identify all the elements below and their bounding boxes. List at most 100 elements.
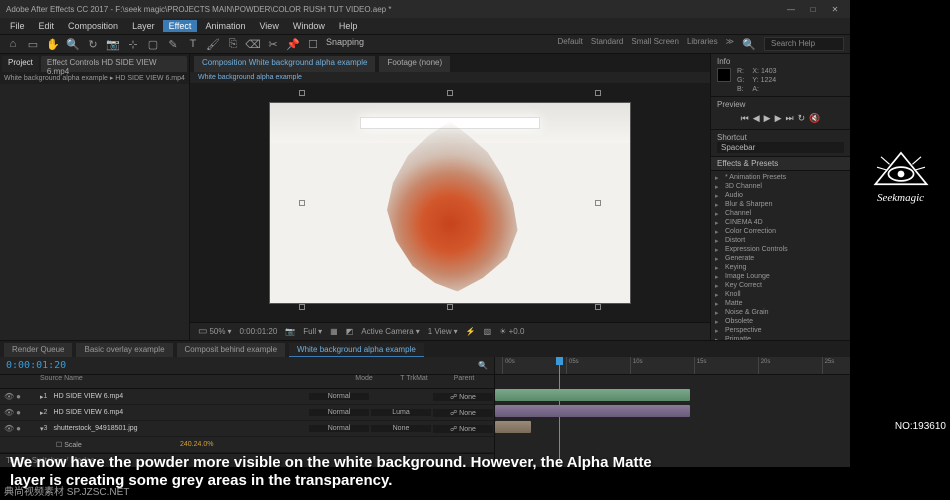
resolution-dropdown[interactable]: Full ▾ [303, 327, 322, 336]
clone-tool-icon[interactable]: ⎘ [226, 37, 240, 51]
layer-row[interactable]: 👁● ▸ 2 HD SIDE VIEW 6.mp4 Normal Luma ☍ … [0, 405, 494, 421]
effect-controls-tab[interactable]: Effect Controls HD SIDE VIEW 6.mp4 [41, 56, 187, 72]
menu-edit[interactable]: Edit [33, 20, 61, 32]
eff-item[interactable]: Noise & Grain [711, 308, 850, 317]
solo-icon[interactable]: ● [16, 424, 21, 433]
maximize-button[interactable]: □ [804, 5, 822, 14]
rotate-tool-icon[interactable]: ↻ [86, 37, 100, 51]
close-button[interactable]: ✕ [826, 5, 844, 14]
layer-bar[interactable] [495, 405, 690, 417]
active-camera-dropdown[interactable]: Active Camera ▾ [361, 327, 419, 336]
layer-row[interactable]: 👁● ▸ 1 HD SIDE VIEW 6.mp4 Normal ☍ None [0, 389, 494, 405]
exposure-icon[interactable]: ☀ +0.0 [499, 327, 524, 336]
eff-item[interactable]: Perspective [711, 326, 850, 335]
home-icon[interactable]: ⌂ [6, 37, 20, 51]
preview-next-frame-icon[interactable]: ▶ [775, 113, 782, 124]
preview-mute-icon[interactable]: 🔇 [809, 113, 820, 124]
eff-item[interactable]: Generate [711, 254, 850, 263]
eff-item[interactable]: Obsolete [711, 317, 850, 326]
effects-presets-title[interactable]: Effects & Presets [711, 157, 850, 171]
project-tab[interactable]: Project [2, 56, 39, 72]
snapshot-icon[interactable]: 📷 [285, 327, 295, 336]
time-ruler[interactable]: 00s 05s 10s 15s 20s 25s [495, 357, 850, 375]
preview-last-frame-icon[interactable]: ⏭ [786, 113, 794, 124]
workspace-small[interactable]: Small Screen [631, 37, 679, 51]
selection-tool-icon[interactable]: ▭ [26, 37, 40, 51]
menu-help[interactable]: Help [333, 20, 364, 32]
eff-item[interactable]: Key Correct [711, 281, 850, 290]
tl-tab-white-bg[interactable]: White background alpha example [289, 343, 424, 357]
workspace-default[interactable]: Default [558, 37, 583, 51]
search-help-input[interactable]: Search Help [764, 37, 844, 51]
preview-loop-icon[interactable]: ↻ [798, 113, 806, 124]
menu-composition[interactable]: Composition [62, 20, 124, 32]
tl-tab-basic[interactable]: Basic overlay example [76, 343, 172, 357]
comp-tab-main[interactable]: Composition White background alpha examp… [194, 56, 375, 72]
menu-animation[interactable]: Animation [199, 20, 251, 32]
eff-item[interactable]: Channel [711, 209, 850, 218]
scale-value[interactable]: 240.24.0% [180, 441, 213, 448]
pen-tool-icon[interactable]: ✎ [166, 37, 180, 51]
eff-item[interactable]: * Animation Presets [711, 173, 850, 182]
eff-item[interactable]: Expression Controls [711, 245, 850, 254]
tl-tab-composit[interactable]: Composit behind example [177, 343, 286, 357]
effects-presets-list[interactable]: * Animation Presets 3D Channel Audio Blu… [711, 171, 850, 340]
view-layout-dropdown[interactable]: 1 View ▾ [428, 327, 458, 336]
grid-icon[interactable]: ▦ [330, 327, 338, 336]
eraser-tool-icon[interactable]: ⌫ [246, 37, 260, 51]
snapping-checkbox[interactable]: ☐ [306, 37, 320, 51]
workspace-standard[interactable]: Standard [591, 37, 623, 51]
brush-tool-icon[interactable]: 🖌 [206, 37, 220, 51]
eff-item[interactable]: Image Lounge [711, 272, 850, 281]
zoom-tool-icon[interactable]: 🔍 [66, 37, 80, 51]
anchor-tool-icon[interactable]: ⊹ [126, 37, 140, 51]
menu-view[interactable]: View [253, 20, 284, 32]
fast-preview-icon[interactable]: ⚡ [466, 327, 476, 336]
viewer-timecode[interactable]: 0:00:01:20 [239, 327, 277, 336]
solo-icon[interactable]: ● [16, 392, 21, 401]
tl-tab-render-queue[interactable]: Render Queue [4, 343, 72, 357]
eff-item[interactable]: Knoll [711, 290, 850, 299]
solo-icon[interactable]: ● [16, 408, 21, 417]
transparency-grid-icon[interactable]: ▧ [484, 327, 492, 336]
search-layers-icon[interactable]: 🔍 [478, 361, 488, 370]
eff-item[interactable]: CINEMA 4D [711, 218, 850, 227]
menu-window[interactable]: Window [287, 20, 331, 32]
project-panel-body[interactable] [0, 84, 189, 340]
eye-icon[interactable]: 👁 [4, 424, 14, 433]
preview-first-frame-icon[interactable]: ⏮ [741, 113, 749, 124]
shortcut-value[interactable]: Spacebar [717, 142, 844, 153]
eff-item[interactable]: Keying [711, 263, 850, 272]
menu-effect[interactable]: Effect [163, 20, 198, 32]
eff-item[interactable]: Primatte [711, 335, 850, 340]
layer-row[interactable]: 👁● ▾ 3 shutterstock_94918501.jpg Normal … [0, 421, 494, 437]
workspace-libraries[interactable]: Libraries [687, 37, 718, 51]
puppet-tool-icon[interactable]: 📌 [286, 37, 300, 51]
comp-tab-footage[interactable]: Footage (none) [379, 56, 450, 72]
eye-icon[interactable]: 👁 [4, 408, 14, 417]
composition-viewer[interactable] [190, 83, 710, 322]
zoom-dropdown[interactable]: ▭50% ▾ [198, 326, 231, 337]
shape-tool-icon[interactable]: ▢ [146, 37, 160, 51]
text-tool-icon[interactable]: T [186, 37, 200, 51]
preview-play-icon[interactable]: ▶ [764, 113, 771, 124]
eff-item[interactable]: Audio [711, 191, 850, 200]
minimize-button[interactable]: — [782, 5, 800, 14]
roto-tool-icon[interactable]: ✂ [266, 37, 280, 51]
timeline-timecode[interactable]: 0:00:01:20 [6, 360, 66, 371]
eff-item[interactable]: Blur & Sharpen [711, 200, 850, 209]
col-source-name[interactable]: Source Name [0, 375, 180, 388]
mask-icon[interactable]: ◩ [346, 327, 354, 336]
eff-item[interactable]: 3D Channel [711, 182, 850, 191]
camera-tool-icon[interactable]: 📷 [106, 37, 120, 51]
hand-tool-icon[interactable]: ✋ [46, 37, 60, 51]
menu-file[interactable]: File [4, 20, 31, 32]
layer-bar[interactable] [495, 389, 690, 401]
eff-item[interactable]: Matte [711, 299, 850, 308]
eye-icon[interactable]: 👁 [4, 392, 14, 401]
menu-layer[interactable]: Layer [126, 20, 161, 32]
preview-prev-frame-icon[interactable]: ◀ [753, 113, 760, 124]
eff-item[interactable]: Color Correction [711, 227, 850, 236]
eff-item[interactable]: Distort [711, 236, 850, 245]
layer-bar[interactable] [495, 421, 531, 433]
